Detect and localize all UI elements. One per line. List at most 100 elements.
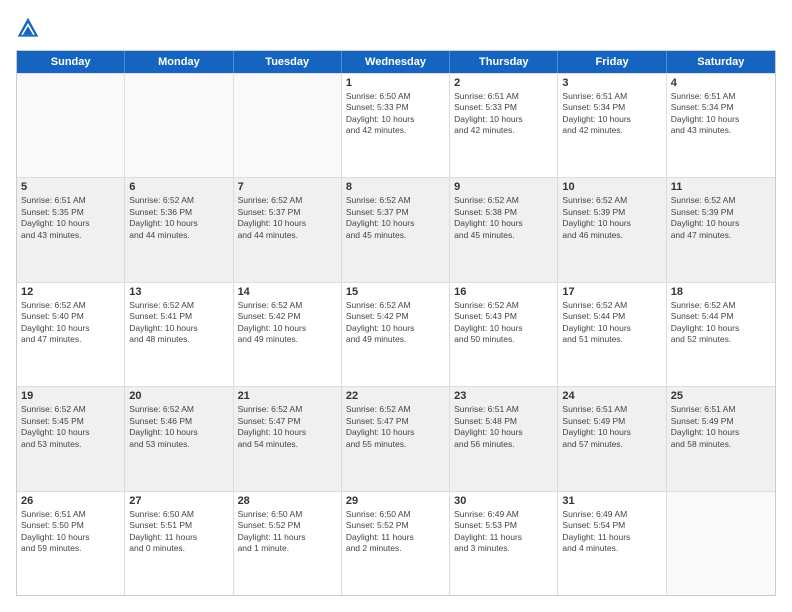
day-info: Sunrise: 6:52 AMSunset: 5:37 PMDaylight:… [238,195,337,241]
calendar-cell: 29Sunrise: 6:50 AMSunset: 5:52 PMDayligh… [342,492,450,595]
day-info: Sunrise: 6:51 AMSunset: 5:49 PMDaylight:… [562,404,661,450]
day-info: Sunrise: 6:52 AMSunset: 5:45 PMDaylight:… [21,404,120,450]
calendar-cell: 26 Sunrise: 6:51 AMSunset: 5:50 PMDayligh… [17,492,125,595]
calendar-cell: 10 Sunrise: 6:52 AMSunset: 5:39 PMDayligh… [558,178,666,281]
day-info: Sunrise: 6:52 AMSunset: 5:42 PMDaylight:… [346,300,445,346]
day-info: Sunrise: 6:52 AMSunset: 5:37 PMDaylight:… [346,195,445,241]
calendar-cell: 27Sunrise: 6:50 AMSunset: 5:51 PMDayligh… [125,492,233,595]
day-info: Sunrise: 6:52 AMSunset: 5:44 PMDaylight:… [562,300,661,346]
day-info: Sunrise: 6:52 AMSunset: 5:39 PMDaylight:… [671,195,771,241]
calendar-cell: 24 Sunrise: 6:51 AMSunset: 5:49 PMDayligh… [558,387,666,490]
day-info: Sunrise: 6:52 AMSunset: 5:47 PMDaylight:… [238,404,337,450]
calendar-cell: 23 Sunrise: 6:51 AMSunset: 5:48 PMDayligh… [450,387,558,490]
day-number: 10 [562,181,661,193]
calendar-cell [17,74,125,177]
calendar-cell: 6 Sunrise: 6:52 AMSunset: 5:36 PMDaylight… [125,178,233,281]
day-info: Sunrise: 6:52 AMSunset: 5:42 PMDaylight:… [238,300,337,346]
day-info: Sunrise: 6:51 AMSunset: 5:49 PMDaylight:… [671,404,771,450]
weekday-header-friday: Friday [558,51,666,73]
calendar-cell: 15 Sunrise: 6:52 AMSunset: 5:42 PMDayligh… [342,283,450,386]
day-number: 20 [129,390,228,402]
day-number: 2 [454,77,553,89]
calendar: SundayMondayTuesdayWednesdayThursdayFrid… [16,50,776,596]
calendar-body: 1 Sunrise: 6:50 AMSunset: 5:33 PMDaylight… [17,73,775,595]
calendar-cell: 14 Sunrise: 6:52 AMSunset: 5:42 PMDayligh… [234,283,342,386]
weekday-header-wednesday: Wednesday [342,51,450,73]
calendar-cell: 13 Sunrise: 6:52 AMSunset: 5:41 PMDayligh… [125,283,233,386]
weekday-header-sunday: Sunday [17,51,125,73]
day-info: Sunrise: 6:49 AMSunset: 5:53 PMDaylight:… [454,509,553,555]
weekday-header-monday: Monday [125,51,233,73]
calendar-cell: 20 Sunrise: 6:52 AMSunset: 5:46 PMDayligh… [125,387,233,490]
calendar-cell: 1 Sunrise: 6:50 AMSunset: 5:33 PMDaylight… [342,74,450,177]
day-number: 21 [238,390,337,402]
calendar-row-4: 19 Sunrise: 6:52 AMSunset: 5:45 PMDayligh… [17,386,775,490]
calendar-cell: 4Sunrise: 6:51 AMSunset: 5:34 PMDaylight… [667,74,775,177]
day-info: Sunrise: 6:52 AMSunset: 5:38 PMDaylight:… [454,195,553,241]
day-info: Sunrise: 6:51 AMSunset: 5:50 PMDaylight:… [21,509,120,555]
day-number: 14 [238,286,337,298]
calendar-row-3: 12 Sunrise: 6:52 AMSunset: 5:40 PMDayligh… [17,282,775,386]
calendar-cell: 8 Sunrise: 6:52 AMSunset: 5:37 PMDaylight… [342,178,450,281]
calendar-cell: 2Sunrise: 6:51 AMSunset: 5:33 PMDaylight… [450,74,558,177]
calendar-cell: 30 Sunrise: 6:49 AMSunset: 5:53 PMDayligh… [450,492,558,595]
day-info: Sunrise: 6:51 AMSunset: 5:48 PMDaylight:… [454,404,553,450]
day-info: Sunrise: 6:52 AMSunset: 5:43 PMDaylight:… [454,300,553,346]
calendar-cell: 19 Sunrise: 6:52 AMSunset: 5:45 PMDayligh… [17,387,125,490]
day-number: 30 [454,495,553,507]
day-number: 18 [671,286,771,298]
day-number: 1 [346,77,445,89]
day-number: 25 [671,390,771,402]
day-info: Sunrise: 6:50 AMSunset: 5:33 PMDaylight:… [346,91,445,137]
day-number: 13 [129,286,228,298]
day-info: Sunrise: 6:52 AMSunset: 5:41 PMDaylight:… [129,300,228,346]
calendar-cell: 28 Sunrise: 6:50 AMSunset: 5:52 PMDayligh… [234,492,342,595]
day-number: 5 [21,181,120,193]
day-info: Sunrise: 6:52 AMSunset: 5:36 PMDaylight:… [129,195,228,241]
day-number: 11 [671,181,771,193]
day-number: 23 [454,390,553,402]
day-number: 19 [21,390,120,402]
day-number: 6 [129,181,228,193]
calendar-cell: 22 Sunrise: 6:52 AMSunset: 5:47 PMDayligh… [342,387,450,490]
calendar-header: SundayMondayTuesdayWednesdayThursdayFrid… [17,51,775,73]
day-info: Sunrise: 6:52 AMSunset: 5:47 PMDaylight:… [346,404,445,450]
calendar-row-2: 5Sunrise: 6:51 AMSunset: 5:35 PMDaylight… [17,177,775,281]
day-info: Sunrise: 6:52 AMSunset: 5:46 PMDaylight:… [129,404,228,450]
calendar-row-1: 1 Sunrise: 6:50 AMSunset: 5:33 PMDaylight… [17,73,775,177]
day-number: 4 [671,77,771,89]
day-number: 28 [238,495,337,507]
calendar-cell: 5Sunrise: 6:51 AMSunset: 5:35 PMDaylight… [17,178,125,281]
day-info: Sunrise: 6:50 AMSunset: 5:52 PMDaylight:… [238,509,337,555]
day-number: 12 [21,286,120,298]
calendar-cell: 12 Sunrise: 6:52 AMSunset: 5:40 PMDayligh… [17,283,125,386]
calendar-cell: 18 Sunrise: 6:52 AMSunset: 5:44 PMDayligh… [667,283,775,386]
calendar-cell: 11 Sunrise: 6:52 AMSunset: 5:39 PMDayligh… [667,178,775,281]
day-number: 22 [346,390,445,402]
day-number: 27 [129,495,228,507]
day-number: 3 [562,77,661,89]
calendar-cell [234,74,342,177]
day-info: Sunrise: 6:52 AMSunset: 5:44 PMDaylight:… [671,300,771,346]
weekday-header-thursday: Thursday [450,51,558,73]
day-info: Sunrise: 6:50 AMSunset: 5:52 PMDaylight:… [346,509,445,555]
page: SundayMondayTuesdayWednesdayThursdayFrid… [0,0,792,612]
day-number: 26 [21,495,120,507]
calendar-cell: 31Sunrise: 6:49 AMSunset: 5:54 PMDayligh… [558,492,666,595]
calendar-row-5: 26 Sunrise: 6:51 AMSunset: 5:50 PMDayligh… [17,491,775,595]
calendar-cell [125,74,233,177]
day-number: 17 [562,286,661,298]
day-info: Sunrise: 6:52 AMSunset: 5:39 PMDaylight:… [562,195,661,241]
calendar-cell: 9Sunrise: 6:52 AMSunset: 5:38 PMDaylight… [450,178,558,281]
header [16,16,776,40]
day-number: 15 [346,286,445,298]
day-info: Sunrise: 6:49 AMSunset: 5:54 PMDaylight:… [562,509,661,555]
day-number: 24 [562,390,661,402]
calendar-cell: 25 Sunrise: 6:51 AMSunset: 5:49 PMDayligh… [667,387,775,490]
day-number: 16 [454,286,553,298]
day-info: Sunrise: 6:52 AMSunset: 5:40 PMDaylight:… [21,300,120,346]
calendar-cell: 7Sunrise: 6:52 AMSunset: 5:37 PMDaylight… [234,178,342,281]
calendar-cell: 3Sunrise: 6:51 AMSunset: 5:34 PMDaylight… [558,74,666,177]
calendar-cell: 17 Sunrise: 6:52 AMSunset: 5:44 PMDayligh… [558,283,666,386]
day-number: 8 [346,181,445,193]
